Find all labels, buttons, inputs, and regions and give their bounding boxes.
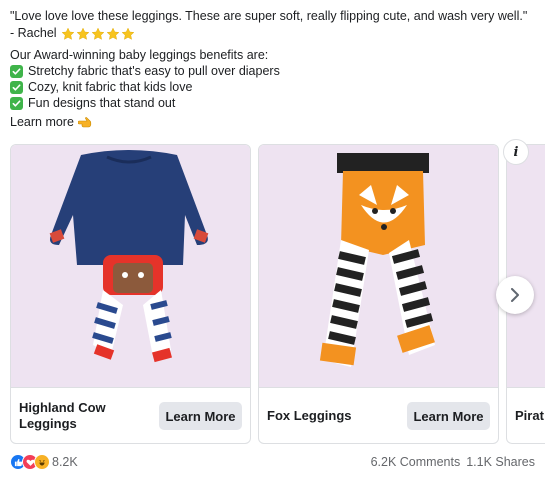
- checkmark-icon: [10, 64, 23, 78]
- card-title[interactable]: Fox Leggings: [267, 388, 397, 443]
- post-text: "Love love love these leggings. These ar…: [10, 8, 540, 131]
- learn-more-line: Learn more: [10, 114, 540, 131]
- learn-more-button[interactable]: Learn More: [159, 402, 242, 430]
- learn-more-button[interactable]: Learn More: [407, 402, 490, 430]
- carousel-next-button[interactable]: [496, 276, 534, 314]
- product-image-highland-cow-leggings[interactable]: [11, 145, 250, 387]
- reaction-icons: [10, 454, 50, 470]
- checkmark-icon: [10, 80, 23, 94]
- chevron-right-icon: [511, 288, 519, 302]
- shares-count[interactable]: 1.1K Shares: [466, 455, 535, 469]
- benefit-item: Cozy, knit fabric that kids love: [10, 79, 540, 95]
- review-author-line: - Rachel: [10, 25, 540, 43]
- checkmark-icon: [10, 96, 23, 110]
- info-icon[interactable]: i: [503, 139, 529, 165]
- reaction-count: 8.2K: [52, 455, 78, 469]
- benefit-text: Stretchy fabric that's easy to pull over…: [28, 63, 280, 78]
- product-image-fox-leggings[interactable]: [259, 145, 498, 387]
- benefit-text: Cozy, knit fabric that kids love: [28, 79, 193, 94]
- star-icon: [76, 27, 89, 40]
- carousel-card-fox[interactable]: Fox Leggings Learn More: [258, 144, 499, 444]
- benefit-item: Stretchy fabric that's easy to pull over…: [10, 63, 540, 79]
- card-title[interactable]: Highland Cow Leggings: [19, 388, 149, 443]
- product-carousel: Highland Cow Leggings Learn More Fox Leg…: [10, 144, 545, 444]
- review-quote: "Love love love these leggings. These ar…: [10, 9, 528, 23]
- benefit-item: Fun designs that stand out: [10, 95, 540, 111]
- pointing-hand-icon: [77, 117, 92, 128]
- review-author: - Rachel: [10, 26, 57, 41]
- star-icon: [91, 27, 104, 40]
- learn-more-link[interactable]: Learn more: [10, 114, 74, 131]
- engagement-stats: 6.2K Comments 1.1K Shares: [371, 455, 535, 469]
- comments-count[interactable]: 6.2K Comments: [371, 455, 461, 469]
- card-footer: Pirat: [507, 387, 545, 443]
- star-icon: [121, 27, 134, 40]
- card-title[interactable]: Pirat: [515, 388, 545, 443]
- rating-stars: [61, 27, 135, 41]
- haha-icon: [34, 454, 50, 470]
- product-image-pirate[interactable]: [507, 145, 545, 387]
- engagement-bar: 8.2K 6.2K Comments 1.1K Shares: [10, 452, 535, 472]
- reactions-summary[interactable]: 8.2K: [10, 454, 78, 470]
- star-icon: [106, 27, 119, 40]
- benefit-text: Fun designs that stand out: [28, 95, 176, 110]
- benefits-intro: Our Award-winning baby leggings benefits…: [10, 47, 269, 62]
- carousel-card-highland-cow[interactable]: Highland Cow Leggings Learn More: [10, 144, 251, 444]
- star-icon: [61, 27, 74, 40]
